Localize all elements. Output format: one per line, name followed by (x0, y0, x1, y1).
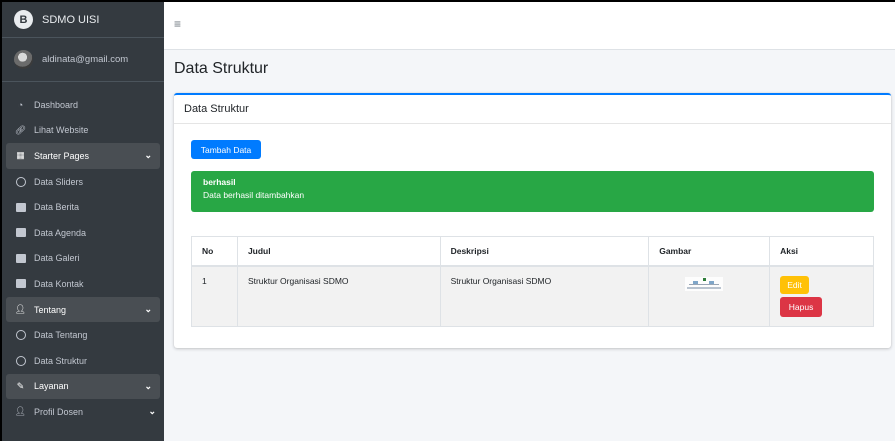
chevron-down-icon: ⌄ (144, 150, 152, 161)
sidebar-item-data-kontak[interactable]: Data Kontak (2, 271, 164, 297)
circle-icon (15, 176, 26, 187)
sidebar-item-data-agenda[interactable]: Data Agenda (2, 220, 164, 246)
sidebar-item-label: Data Kontak (34, 278, 84, 289)
column-header-aksi: Aksi (769, 236, 874, 267)
cell-gambar (648, 265, 771, 327)
data-table: No Judul Deskripsi Gambar Aksi 1 Struktu… (191, 236, 874, 327)
top-navbar: ≡ (164, 2, 895, 50)
sidebar-item-dashboard[interactable]: ◔ Dashboard (2, 92, 164, 118)
link-icon: 🔗︎ (14, 124, 27, 135)
sidebar-item-profil-dosen[interactable]: 👤︎ Profil Dosen ⌄ (2, 399, 164, 425)
sidebar-item-label: Profil Dosen (34, 406, 84, 417)
contact-icon (15, 278, 26, 289)
sidebar-item-label: Data Galeri (34, 253, 80, 264)
delete-button[interactable]: Hapus (780, 296, 823, 317)
column-header-judul: Judul (236, 236, 441, 267)
sidebar: B SDMO UISI aldinata@gmail.com ◔ Dashboa… (2, 2, 164, 441)
column-header-no: No (191, 236, 238, 267)
calendar-icon (15, 227, 26, 238)
edit-button[interactable]: Edit (780, 275, 810, 294)
sidebar-item-label: Data Berita (34, 202, 80, 213)
table-header-row: No Judul Deskripsi Gambar Aksi (191, 236, 874, 267)
brand[interactable]: B SDMO UISI (2, 2, 164, 38)
image-icon (15, 202, 26, 213)
dashboard-icon: ◔ (17, 99, 24, 110)
sidebar-item-data-sliders[interactable]: Data Sliders (2, 169, 164, 195)
sidebar-item-label: Starter Pages (34, 150, 90, 161)
avatar (14, 50, 33, 69)
chevron-down-icon: ⌄ (144, 303, 152, 314)
cell-judul: Struktur Organisasi SDMO (236, 265, 441, 327)
alert-title: berhasil (203, 177, 236, 187)
gallery-icon (15, 253, 26, 264)
user-email: aldinata@gmail.com (42, 54, 129, 65)
sidebar-item-data-tentang[interactable]: Data Tentang (2, 322, 164, 348)
menu-icon[interactable]: ≡ (174, 17, 181, 31)
brand-logo-icon: B (14, 10, 33, 29)
column-header-deskripsi: Deskripsi (439, 236, 650, 267)
cell-deskripsi: Struktur Organisasi SDMO (439, 265, 650, 327)
sidebar-item-data-berita[interactable]: Data Berita (2, 194, 164, 220)
sidebar-item-label: Layanan (34, 381, 69, 392)
sidebar-item-label: Lihat Website (34, 125, 89, 136)
sidebar-item-lihat-website[interactable]: 🔗︎ Lihat Website (2, 118, 164, 144)
sidebar-item-label: Data Tentang (34, 330, 88, 341)
sidebar-item-label: Data Struktur (34, 355, 88, 366)
sidebar-item-data-galeri[interactable]: Data Galeri (2, 246, 164, 272)
sidebar-item-tentang[interactable]: 👤︎ Tentang ⌄ (6, 296, 160, 323)
cell-no: 1 (191, 265, 238, 327)
sidebar-item-label: Data Sliders (34, 176, 84, 187)
user-icon: 👤︎ (14, 406, 27, 417)
user-icon: 👤︎ (14, 304, 27, 315)
sidebar-item-layanan[interactable]: ✎ Layanan ⌄ (6, 373, 160, 400)
chevron-down-icon: ⌄ (148, 406, 156, 417)
success-alert: berhasil Data berhasil ditambahkan (191, 171, 874, 212)
circle-icon (15, 355, 26, 366)
table-row: 1 Struktur Organisasi SDMO Struktur Orga… (191, 265, 874, 327)
sidebar-nav: ◔ Dashboard 🔗︎ Lihat Website ▦ Starter P… (2, 82, 164, 425)
card-title: Data Struktur (174, 95, 891, 124)
cell-aksi: Edit Hapus (769, 265, 874, 327)
user-panel[interactable]: aldinata@gmail.com (2, 38, 164, 82)
grid-icon: ▦ (16, 150, 25, 161)
structure-thumbnail-image[interactable] (685, 276, 724, 291)
data-card: Data Struktur Tambah Data berhasil Data … (174, 93, 891, 348)
sidebar-item-label: Data Agenda (34, 227, 87, 238)
column-header-gambar: Gambar (648, 236, 771, 267)
page-title: Data Struktur (174, 60, 269, 77)
brand-name: SDMO UISI (42, 13, 100, 26)
edit-icon: ✎ (16, 380, 25, 391)
sidebar-item-data-struktur[interactable]: Data Struktur (2, 348, 164, 374)
sidebar-item-label: Tentang (34, 304, 67, 315)
sidebar-item-label: Dashboard (34, 99, 79, 110)
alert-message: Data berhasil ditambahkan (203, 190, 305, 200)
sidebar-item-starter-pages[interactable]: ▦ Starter Pages ⌄ (6, 143, 160, 169)
circle-icon (15, 330, 26, 341)
app-frame: B SDMO UISI aldinata@gmail.com ◔ Dashboa… (0, 0, 895, 441)
add-data-button[interactable]: Tambah Data (191, 140, 261, 159)
chevron-down-icon: ⌄ (144, 380, 152, 391)
